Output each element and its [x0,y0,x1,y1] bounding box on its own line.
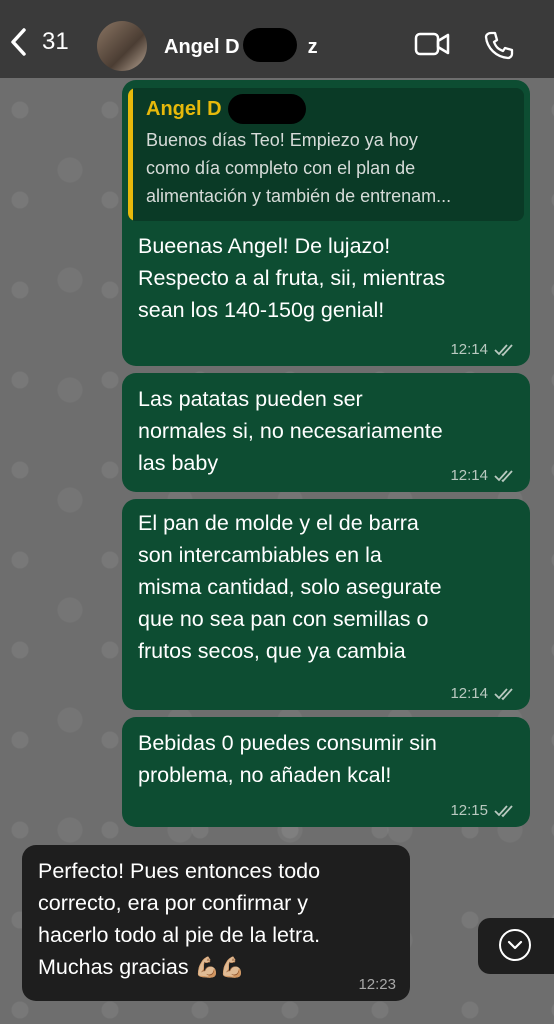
chat-header: 31 Angel Dz [0,0,554,78]
message-bubble-outgoing[interactable]: Bebidas 0 puedes consumir sin problema, … [122,717,530,827]
message-bubble-outgoing[interactable]: Las patatas pueden ser normales si, no n… [122,373,530,492]
message-text: Las patatas pueden ser normales si, no n… [138,387,443,475]
message-bubble-outgoing[interactable]: Angel D Buenos días Teo! Empiezo ya hoy … [122,80,530,366]
message-text: El pan de molde y el de barra son interc… [138,511,442,663]
redaction-mark [228,94,306,124]
chevron-down-circle-icon [499,929,531,961]
quote-accent-bar [128,88,133,221]
double-check-icon [494,343,513,356]
back-button[interactable]: 31 [10,27,69,57]
message-text: Bueenas Angel! De lujazo! Respecto a al … [138,234,446,322]
avatar[interactable] [97,21,147,71]
message-text: Perfecto! Pues entonces todo correcto, e… [38,855,320,984]
flexed-biceps-emoji: 💪🏼💪🏼 [194,957,245,979]
double-check-icon [494,469,513,482]
video-camera-icon[interactable] [414,30,450,58]
quote-text: Buenos días Teo! Empiezo ya hoy como día… [146,130,452,206]
double-check-icon [494,687,513,700]
message-time: 12:14 [450,341,516,358]
quoted-message[interactable]: Angel D Buenos días Teo! Empiezo ya hoy … [128,88,524,221]
message-time: 12:23 [358,976,396,993]
scroll-to-bottom-button[interactable] [478,918,554,974]
message-bubble-outgoing[interactable]: El pan de molde y el de barra son interc… [122,499,530,710]
quote-author: Angel D [146,98,222,120]
message-time: 12:14 [450,685,516,702]
redaction-mark [243,28,297,62]
unread-count: 31 [42,28,69,55]
double-check-icon [494,804,513,817]
phone-icon[interactable] [484,30,514,60]
message-text: Bebidas 0 puedes consumir sin problema, … [138,731,437,787]
message-time: 12:14 [450,467,516,484]
chevron-left-icon [11,28,26,56]
message-time: 12:15 [450,802,516,819]
message-bubble-incoming[interactable]: Perfecto! Pues entonces todo correcto, e… [22,845,410,1001]
